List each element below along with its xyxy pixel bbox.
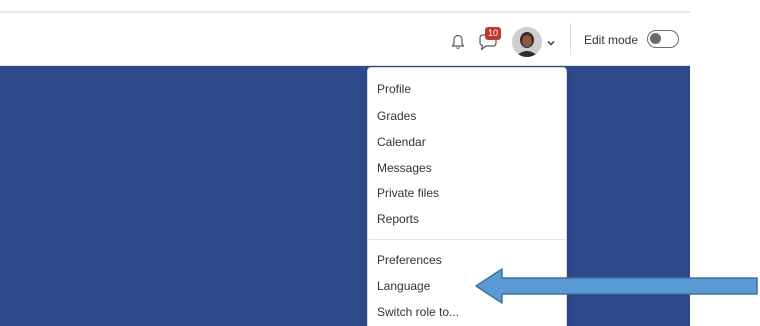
menu-item-switch-role[interactable]: Switch role to... xyxy=(377,305,459,319)
edit-mode-label: Edit mode xyxy=(584,33,639,47)
menu-item-reports[interactable]: Reports xyxy=(377,212,419,226)
messages-badge: 10 xyxy=(485,27,501,40)
toggle-knob xyxy=(650,33,661,44)
bell-icon[interactable] xyxy=(451,34,465,50)
user-avatar[interactable] xyxy=(512,27,542,57)
menu-item-language[interactable]: Language xyxy=(377,279,430,293)
menu-item-grades[interactable]: Grades xyxy=(377,109,416,123)
chevron-down-icon[interactable] xyxy=(547,39,555,47)
menu-item-private-files[interactable]: Private files xyxy=(377,186,439,200)
page: 10 Edit mode Profile Grades Calendar Mes… xyxy=(0,0,760,326)
left-arrow-icon xyxy=(475,268,758,304)
edit-mode-toggle[interactable] xyxy=(647,30,679,48)
menu-item-profile[interactable]: Profile xyxy=(377,82,411,96)
menu-item-messages[interactable]: Messages xyxy=(377,161,432,175)
avatar-image xyxy=(512,27,542,57)
navbar-divider xyxy=(570,23,571,55)
menu-divider xyxy=(368,239,566,240)
menu-item-preferences[interactable]: Preferences xyxy=(377,253,442,267)
menu-item-calendar[interactable]: Calendar xyxy=(377,135,426,149)
top-strip xyxy=(0,0,690,13)
navbar: 10 Edit mode xyxy=(0,13,690,66)
